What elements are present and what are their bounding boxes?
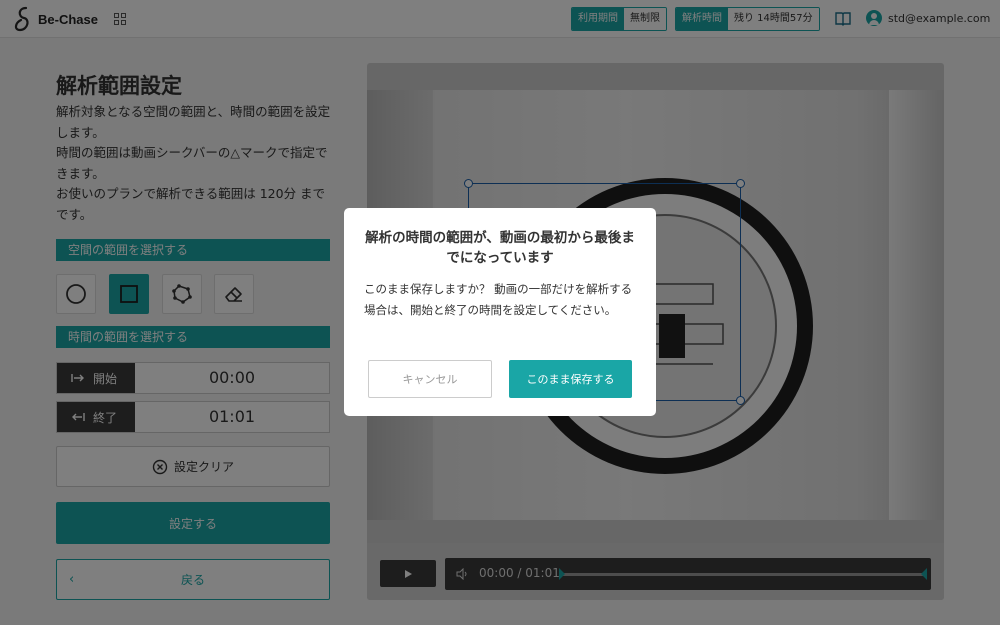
dialog-title: 解析の時間の範囲が、動画の最初から最後までになっています: [365, 230, 635, 266]
save-as-is-button[interactable]: このまま保存する: [509, 360, 632, 398]
confirm-dialog: 解析の時間の範囲が、動画の最初から最後までになっています このまま保存しますか？…: [344, 208, 656, 416]
cancel-button[interactable]: キャンセル: [368, 360, 492, 398]
dialog-body: このまま保存しますか？ 動画の一部だけを解析する場合は、開始と終了の時間を設定し…: [364, 282, 633, 317]
